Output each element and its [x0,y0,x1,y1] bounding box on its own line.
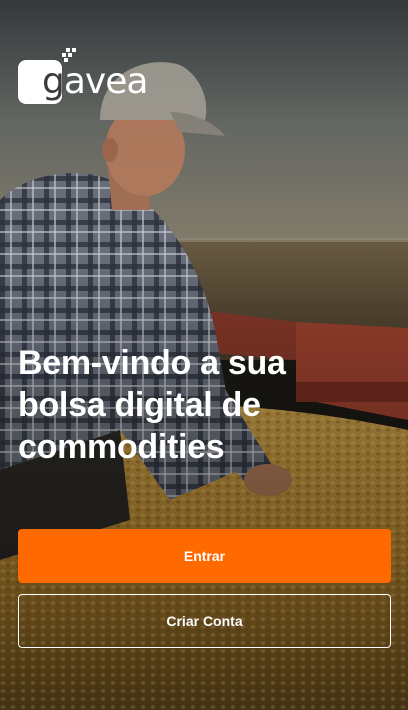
logo-pixel-dots [62,48,76,62]
gavea-logo: gavea [18,48,148,106]
login-button[interactable]: Entrar [18,529,391,583]
welcome-screen: gavea Bem-vindo a sua bolsa digital de c… [0,0,408,710]
welcome-headline: Bem-vindo a sua bolsa digital de commodi… [18,344,286,466]
logo-wordmark-rest: avea [63,61,149,102]
create-account-button[interactable]: Criar Conta [18,594,391,648]
logo-wordmark: gavea [42,61,149,102]
logo-wordmark-lead: g [42,61,65,102]
